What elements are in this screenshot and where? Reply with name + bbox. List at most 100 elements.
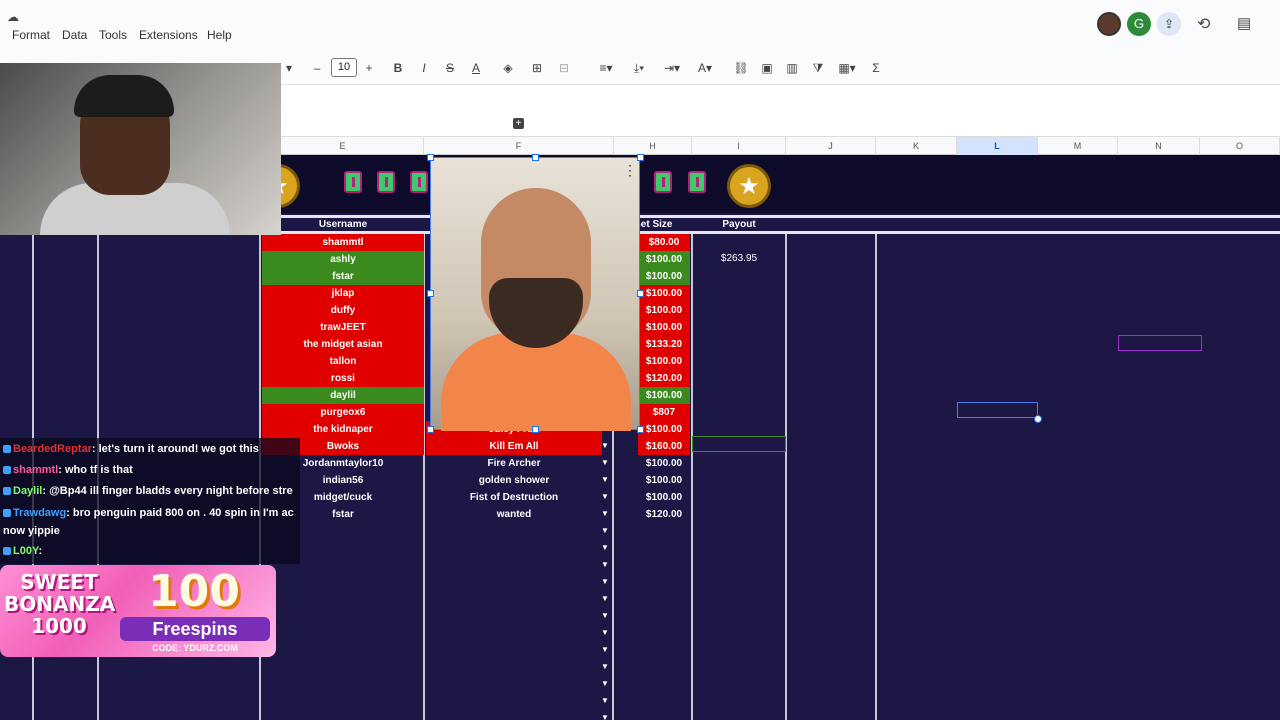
add-sheet-icon[interactable]: + xyxy=(513,118,524,129)
table-row[interactable]: midget/cuck Fist of Destruction $100.00 xyxy=(262,489,690,506)
username-cell[interactable]: purgeox6 xyxy=(262,404,424,421)
username-cell[interactable]: shammtl xyxy=(262,234,424,251)
bet-cell[interactable]: $100.00 xyxy=(638,489,690,506)
bet-cell[interactable]: $133.20 xyxy=(638,336,690,353)
dropdown-chevron-icon[interactable]: ▼ xyxy=(600,492,610,502)
dropdown-chevron-icon[interactable]: ▼ xyxy=(600,628,610,638)
italic-button[interactable]: I xyxy=(418,58,430,78)
embedded-video[interactable]: ⋮ xyxy=(430,157,640,431)
avatar[interactable] xyxy=(1097,12,1121,36)
menu-data[interactable]: Data xyxy=(62,28,87,42)
resize-handle[interactable] xyxy=(532,426,539,433)
column-n[interactable]: N xyxy=(1118,137,1200,155)
username-cell[interactable]: daylil xyxy=(262,387,424,404)
column-k[interactable]: K xyxy=(876,137,957,155)
active-cell-outline[interactable] xyxy=(692,436,786,452)
dropdown-chevron-icon[interactable]: ▼ xyxy=(600,458,610,468)
dropdown-chevron-icon[interactable]: ▼ xyxy=(600,441,610,451)
bet-cell[interactable]: $120.00 xyxy=(638,506,690,523)
bet-cell[interactable]: $100.00 xyxy=(638,251,690,268)
bet-cell[interactable]: $120.00 xyxy=(638,370,690,387)
username-cell[interactable]: the midget asian xyxy=(262,336,424,353)
text-color-button[interactable]: A xyxy=(470,58,482,78)
chart-icon[interactable]: ▥ xyxy=(784,58,800,78)
rotate-icon[interactable]: A▾ xyxy=(694,58,716,78)
user-avatar-g[interactable]: G xyxy=(1127,12,1151,36)
menu-extensions[interactable]: Extensions xyxy=(139,28,198,42)
dropdown-chevron-icon[interactable]: ▼ xyxy=(600,611,610,621)
bet-cell[interactable]: $160.00 xyxy=(638,438,690,455)
comment-icon[interactable]: ▤ xyxy=(1237,14,1251,32)
game-cell[interactable]: golden shower xyxy=(426,472,602,489)
username-cell[interactable]: rossi xyxy=(262,370,424,387)
game-cell[interactable]: Fist of Destruction xyxy=(426,489,602,506)
column-e[interactable]: E xyxy=(262,137,424,155)
column-f[interactable]: F xyxy=(424,137,614,155)
menu-tools[interactable]: Tools xyxy=(99,28,127,42)
resize-handle[interactable] xyxy=(637,290,644,297)
wrap-icon[interactable]: ⇥▾ xyxy=(661,58,683,78)
resize-handle[interactable] xyxy=(427,290,434,297)
resize-handle[interactable] xyxy=(427,426,434,433)
username-cell[interactable]: jklap xyxy=(262,285,424,302)
align-icon[interactable]: ≡▾ xyxy=(595,58,617,78)
column-l[interactable]: L xyxy=(957,137,1038,155)
dropdown-chevron-icon[interactable]: ▼ xyxy=(600,526,610,536)
bold-button[interactable]: B xyxy=(392,58,404,78)
game-cell[interactable]: wanted xyxy=(426,506,602,523)
selected-cell[interactable] xyxy=(957,402,1038,418)
strikethrough-button[interactable]: S xyxy=(444,58,456,78)
merge-icon[interactable]: ⊟ xyxy=(556,58,572,78)
dropdown-chevron-icon[interactable]: ▼ xyxy=(600,713,610,720)
valign-icon[interactable]: ⤓▾ xyxy=(628,58,650,78)
username-cell[interactable]: duffy xyxy=(262,302,424,319)
dropdown-chevron-icon[interactable]: ▼ xyxy=(600,543,610,553)
resize-handle[interactable] xyxy=(427,154,434,161)
column-j[interactable]: J xyxy=(786,137,876,155)
resize-handle[interactable] xyxy=(637,426,644,433)
bet-cell[interactable]: $100.00 xyxy=(638,455,690,472)
decrease-font-button[interactable]: – xyxy=(311,58,323,78)
dropdown-chevron-icon[interactable]: ▼ xyxy=(600,645,610,655)
insert-comment-icon[interactable]: ▣ xyxy=(759,58,775,78)
resize-handle[interactable] xyxy=(532,154,539,161)
column-o[interactable]: O xyxy=(1200,137,1280,155)
highlight-cell[interactable] xyxy=(1118,335,1202,351)
fill-color-icon[interactable]: ◈ xyxy=(500,58,516,78)
dropdown-chevron-icon[interactable]: ▼ xyxy=(600,475,610,485)
dropdown-chevron-icon[interactable]: ▼ xyxy=(600,679,610,689)
dropdown-chevron-icon[interactable]: ▼ xyxy=(600,577,610,587)
table-row[interactable]: Bwoks Kill Em All $160.00 xyxy=(262,438,690,455)
dropdown-chevron-icon[interactable]: ▼ xyxy=(600,560,610,570)
dropdown-chevron-icon[interactable]: ▼ xyxy=(600,509,610,519)
bet-cell[interactable]: $80.00 xyxy=(638,234,690,251)
username-cell[interactable]: ashly xyxy=(262,251,424,268)
bet-cell[interactable]: $100.00 xyxy=(638,387,690,404)
increase-font-button[interactable]: + xyxy=(363,58,375,78)
column-m[interactable]: M xyxy=(1038,137,1118,155)
username-cell[interactable]: trawJEET xyxy=(262,319,424,336)
table-row[interactable]: Jordanmtaylor10 Fire Archer $100.00 xyxy=(262,455,690,472)
functions-button[interactable]: Σ xyxy=(870,58,882,78)
font-size-input[interactable]: 10 xyxy=(331,58,357,77)
bet-cell[interactable]: $100.00 xyxy=(638,285,690,302)
username-cell[interactable]: fstar xyxy=(262,268,424,285)
dropdown-chevron-icon[interactable]: ▼ xyxy=(600,696,610,706)
bet-cell[interactable]: $100.00 xyxy=(638,302,690,319)
present-icon[interactable]: ⇪ xyxy=(1157,12,1181,36)
username-cell[interactable]: the kidnaper xyxy=(262,421,424,438)
table-view-icon[interactable]: ▦▾ xyxy=(834,58,860,78)
bet-cell[interactable]: $100.00 xyxy=(638,319,690,336)
bet-cell[interactable]: $100.00 xyxy=(638,353,690,370)
borders-icon[interactable]: ⊞ xyxy=(529,58,545,78)
link-icon[interactable]: ⛓ xyxy=(733,58,749,78)
bet-cell[interactable]: $807 xyxy=(638,404,690,421)
menu-help[interactable]: Help xyxy=(207,28,232,42)
column-h[interactable]: H xyxy=(614,137,692,155)
dropdown-chevron-icon[interactable]: ▼ xyxy=(600,662,610,672)
resize-handle[interactable] xyxy=(637,154,644,161)
fill-handle[interactable] xyxy=(1034,415,1042,423)
username-cell[interactable]: tallon xyxy=(262,353,424,370)
dropdown-chevron-icon[interactable]: ▼ xyxy=(600,594,610,604)
game-cell[interactable]: Kill Em All xyxy=(426,438,602,455)
